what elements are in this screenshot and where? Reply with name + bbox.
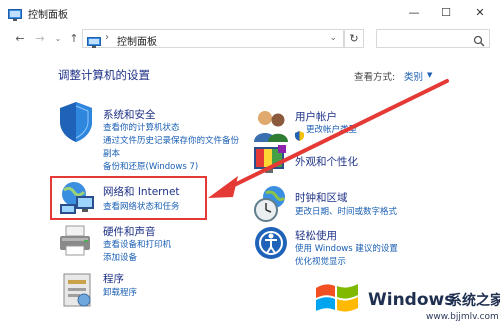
category-title-hardware-sound[interactable]: 硬件和声音 [103,224,156,239]
minimize-button[interactable]: — [398,0,430,24]
link-uninstall-program[interactable]: 卸载程序 [103,287,137,299]
control-panel-icon [8,6,22,25]
link-backup-copy[interactable]: 副本 [103,148,120,160]
category-title-appearance[interactable]: 外观和个性化 [295,154,358,169]
clock-icon[interactable] [252,184,290,228]
view-by-label: 查看方式: [354,72,396,83]
category-title-clock-region[interactable]: 时钟和区域 [295,190,348,205]
address-dropdown-button[interactable]: ⌄ [329,33,337,43]
navigation-bar: ← → ⌄ ↑ › 控制面板 ⌄ ↻ [0,26,500,52]
category-title-user-accounts[interactable]: 用户帐户 [295,109,337,124]
page-title: 调整计算机的设置 [58,68,150,82]
address-bar[interactable]: › 控制面板 ⌄ [82,29,344,48]
programs-icon[interactable] [60,270,96,314]
up-button[interactable]: ↑ [66,30,82,46]
highlight-box [50,176,207,220]
link-change-date-time-format[interactable]: 更改日期、时间或数字格式 [295,206,397,218]
address-text[interactable]: 控制面板 [117,33,157,48]
uac-shield-icon [295,126,304,145]
refresh-button[interactable]: ↻ [344,29,364,48]
appearance-icon[interactable] [252,143,290,181]
maximize-button[interactable]: ☐ [430,0,462,24]
control-panel-icon [87,33,101,52]
search-icon [473,32,485,51]
watermark-brand: Windows [368,290,455,310]
link-change-account-type[interactable]: 更改帐户类型 [306,124,357,136]
category-title-ease-of-access[interactable]: 轻松使用 [295,228,337,243]
chevron-down-icon[interactable]: ▼ [427,71,432,79]
link-backup-restore[interactable]: 备份和还原(Windows 7) [103,161,198,173]
link-windows-recommended-settings[interactable]: 使用 Windows 建议的设置 [295,243,398,255]
search-input[interactable] [376,29,490,48]
link-devices-printers[interactable]: 查看设备和打印机 [103,239,171,251]
window-title: 控制面板 [28,10,68,21]
watermark-suffix: 系统之家 [448,293,500,309]
forward-button[interactable]: → [32,30,48,46]
title-bar: 控制面板 — ☐ ✕ [0,0,500,26]
accessibility-icon[interactable] [254,226,288,264]
shield-icon[interactable] [56,100,96,148]
category-title-programs[interactable]: 程序 [103,271,124,286]
watermark-url: www.bjjmlv.com [426,312,499,322]
recent-locations-button[interactable]: ⌄ [50,30,66,46]
back-button[interactable]: ← [12,30,28,46]
windows-logo-icon [316,284,358,312]
link-view-computer-status[interactable]: 查看你的计算机状态 [103,122,180,134]
users-icon[interactable] [252,108,290,148]
windows-watermark: Windows 系统之家 www.bjjmlv.com [306,268,500,327]
printer-icon[interactable] [56,224,96,262]
link-file-history-backup[interactable]: 通过文件历史记录保存你的文件备份 [103,135,239,147]
address-separator: › [105,32,109,43]
link-optimize-visual-display[interactable]: 优化视觉显示 [295,256,346,268]
close-button[interactable]: ✕ [464,0,496,24]
category-title-system-security[interactable]: 系统和安全 [103,107,156,122]
view-by-dropdown[interactable]: 类别 [404,69,423,83]
link-add-device[interactable]: 添加设备 [103,252,137,264]
